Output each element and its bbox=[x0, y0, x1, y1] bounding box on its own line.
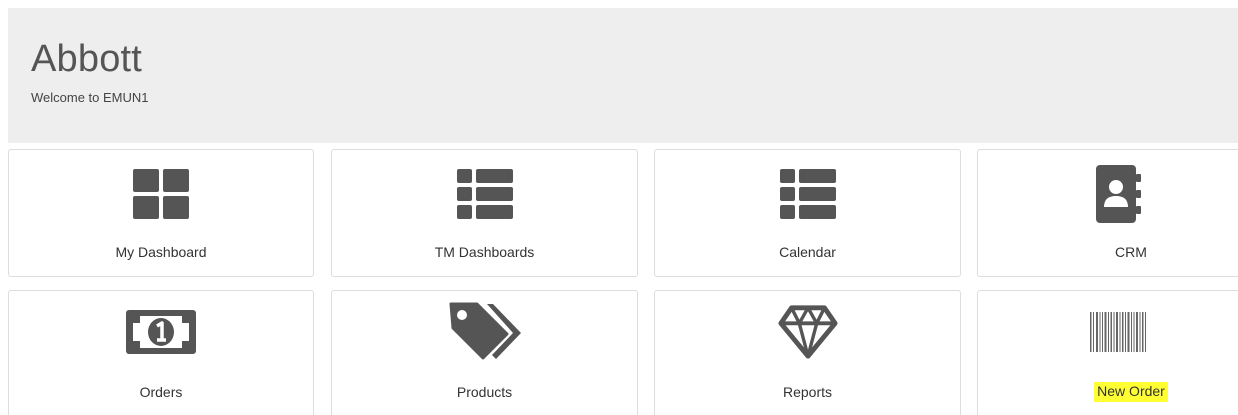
tile-new-order[interactable]: New Order bbox=[977, 290, 1238, 415]
header-banner: Abbott Welcome to EMUN1 bbox=[8, 8, 1238, 143]
tile-orders[interactable]: Orders bbox=[8, 290, 314, 415]
tile-label: Orders bbox=[139, 384, 183, 400]
tags-icon bbox=[449, 302, 521, 360]
tile-label: Reports bbox=[782, 384, 833, 400]
money-bill-icon bbox=[125, 307, 197, 357]
tile-label: CRM bbox=[1115, 244, 1147, 260]
new-order-label: New Order bbox=[1097, 383, 1165, 399]
tile-label: My Dashboard bbox=[115, 244, 207, 260]
list-icon bbox=[455, 169, 515, 219]
tile-crm[interactable]: CRM bbox=[977, 149, 1238, 277]
welcome-subtitle: Welcome to EMUN1 bbox=[31, 90, 149, 105]
grid-icon bbox=[131, 169, 191, 219]
page: Abbott Welcome to EMUN1 My Dashboard TM … bbox=[0, 0, 1238, 415]
tile-calendar[interactable]: Calendar bbox=[654, 149, 961, 277]
tile-label-highlighted: New Order bbox=[978, 382, 1238, 402]
page-title: Abbott bbox=[31, 38, 143, 80]
highlight-marker: New Order bbox=[1094, 382, 1168, 402]
tile-reports[interactable]: Reports bbox=[654, 290, 961, 415]
tile-my-dashboard[interactable]: My Dashboard bbox=[8, 149, 314, 277]
tile-label: Calendar bbox=[779, 244, 836, 260]
tile-products[interactable]: Products bbox=[331, 290, 638, 415]
list-icon bbox=[778, 169, 838, 219]
tile-tm-dashboards[interactable]: TM Dashboards bbox=[331, 149, 638, 277]
barcode-icon bbox=[1088, 307, 1148, 357]
tile-label: Products bbox=[456, 384, 513, 400]
address-book-icon bbox=[1088, 165, 1148, 223]
tile-label: TM Dashboards bbox=[434, 244, 535, 260]
diamond-icon bbox=[777, 305, 838, 359]
